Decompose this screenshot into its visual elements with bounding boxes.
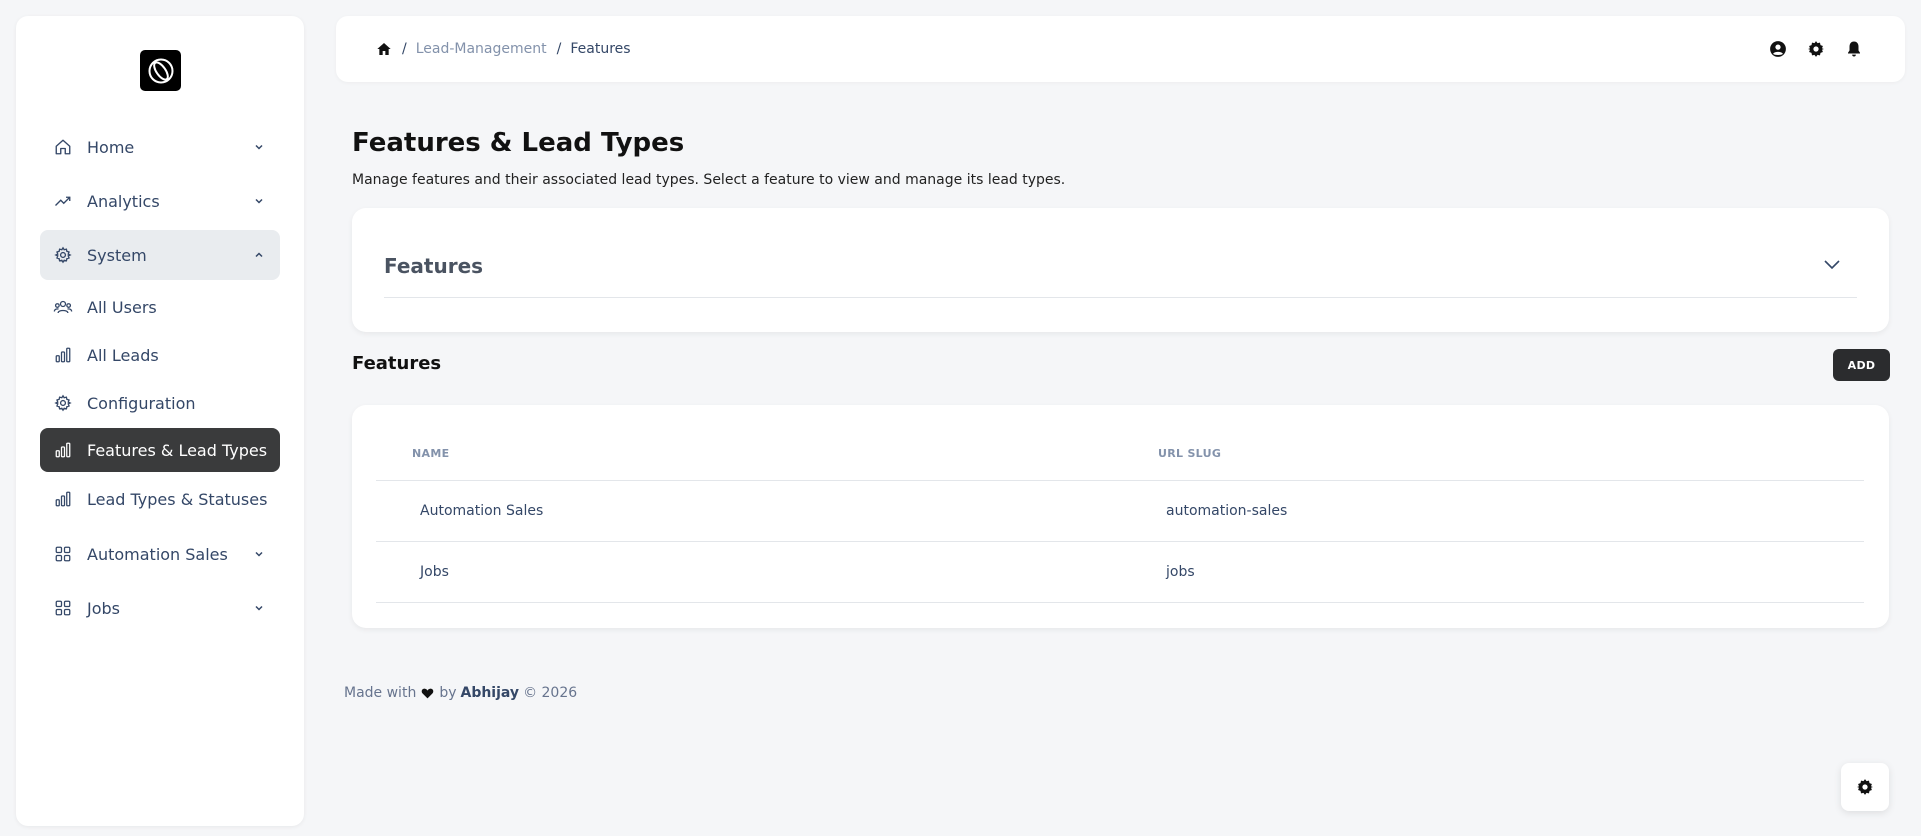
table-cell-name[interactable]: Jobs — [420, 564, 449, 580]
sidebar-item-label: Jobs — [87, 598, 120, 618]
sidebar-item-all-leads[interactable]: All Leads — [40, 330, 280, 380]
chevron-down-icon — [252, 194, 266, 208]
gear-icon — [52, 244, 74, 266]
leaf-logo-icon — [148, 58, 173, 83]
breadcrumb: / Lead-Management / Features — [376, 16, 631, 82]
table-divider — [376, 602, 1864, 603]
bell-icon[interactable] — [1845, 40, 1863, 58]
users-icon — [52, 296, 74, 318]
sidebar-item-label: Home — [87, 137, 135, 157]
sidebar-item-automation-sales[interactable]: Automation Sales — [40, 529, 280, 579]
table-divider — [376, 541, 1864, 542]
gear-icon[interactable] — [1807, 40, 1825, 58]
sidebar-item-system[interactable]: System — [40, 230, 280, 280]
heart-icon — [421, 687, 434, 699]
home-icon — [52, 136, 74, 158]
table-cell-slug: automation-sales — [1166, 503, 1288, 519]
footer-author-link[interactable]: Abhijay — [460, 685, 519, 701]
features-accordion: Features — [352, 208, 1889, 332]
chevron-down-icon — [252, 140, 266, 154]
footer-by: by — [439, 685, 457, 701]
add-feature-button[interactable]: ADD — [1833, 349, 1890, 381]
chevron-down-icon — [252, 601, 266, 615]
sidebar-item-jobs[interactable]: Jobs — [40, 583, 280, 633]
chevron-down-icon — [252, 547, 266, 561]
sidebar-item-label: Lead Types & Statuses — [87, 489, 268, 509]
footer: Made with by Abhijay © 2026 — [344, 685, 577, 701]
top-navbar: / Lead-Management / Features — [336, 16, 1905, 82]
bar-chart-icon — [52, 488, 74, 510]
sidebar-item-label: Configuration — [87, 393, 196, 413]
sidebar-item-label: System — [87, 245, 147, 265]
user-circle-icon[interactable] — [1769, 40, 1787, 58]
sidebar-item-features-lead-types[interactable]: Features & Lead Types — [40, 428, 280, 472]
column-header-name: NAME — [412, 447, 450, 460]
column-header-url-slug: URL SLUG — [1158, 447, 1222, 460]
sidebar-item-label: Features & Lead Types — [87, 440, 268, 460]
page-title: Features & Lead Types — [352, 128, 685, 158]
sidebar: Home Analytics System All Users All Lead… — [16, 16, 304, 826]
top-actions — [1769, 16, 1863, 82]
gear-icon — [1856, 778, 1874, 796]
sidebar-item-label: All Users — [87, 297, 157, 317]
trending-icon — [52, 190, 74, 212]
home-icon[interactable] — [376, 41, 392, 57]
features-table-card — [352, 405, 1889, 628]
page-subtitle: Manage features and their associated lea… — [352, 172, 1066, 188]
chevron-down-icon[interactable] — [1823, 257, 1841, 271]
bar-chart-icon — [52, 439, 74, 461]
sidebar-item-configuration[interactable]: Configuration — [40, 378, 280, 428]
sidebar-item-label: Analytics — [87, 191, 160, 211]
breadcrumb-link-lead-management[interactable]: Lead-Management — [416, 41, 547, 57]
table-cell-name[interactable]: Automation Sales — [420, 503, 543, 519]
sidebar-item-all-users[interactable]: All Users — [40, 282, 280, 332]
breadcrumb-current: Features — [570, 41, 631, 57]
sidebar-item-label: All Leads — [87, 345, 159, 365]
sidebar-item-home[interactable]: Home — [40, 122, 280, 172]
accordion-divider — [384, 297, 1857, 298]
sidebar-item-label: Automation Sales — [87, 544, 228, 564]
brand-logo[interactable] — [140, 50, 181, 91]
accordion-title[interactable]: Features — [384, 254, 483, 278]
footer-copyright: © 2026 — [523, 685, 578, 701]
gear-icon — [52, 392, 74, 414]
bar-chart-icon — [52, 344, 74, 366]
breadcrumb-separator: / — [556, 41, 562, 57]
table-cell-slug: jobs — [1166, 564, 1195, 580]
sidebar-item-analytics[interactable]: Analytics — [40, 176, 280, 226]
settings-fab-button[interactable] — [1841, 763, 1889, 811]
grid-icon — [52, 597, 74, 619]
footer-made-with: Made with — [344, 685, 417, 701]
breadcrumb-separator: / — [402, 41, 407, 57]
table-divider — [376, 480, 1864, 481]
grid-icon — [52, 543, 74, 565]
sidebar-item-lead-types-statuses[interactable]: Lead Types & Statuses — [40, 474, 280, 524]
section-title: Features — [352, 353, 442, 374]
chevron-up-icon — [252, 248, 266, 262]
